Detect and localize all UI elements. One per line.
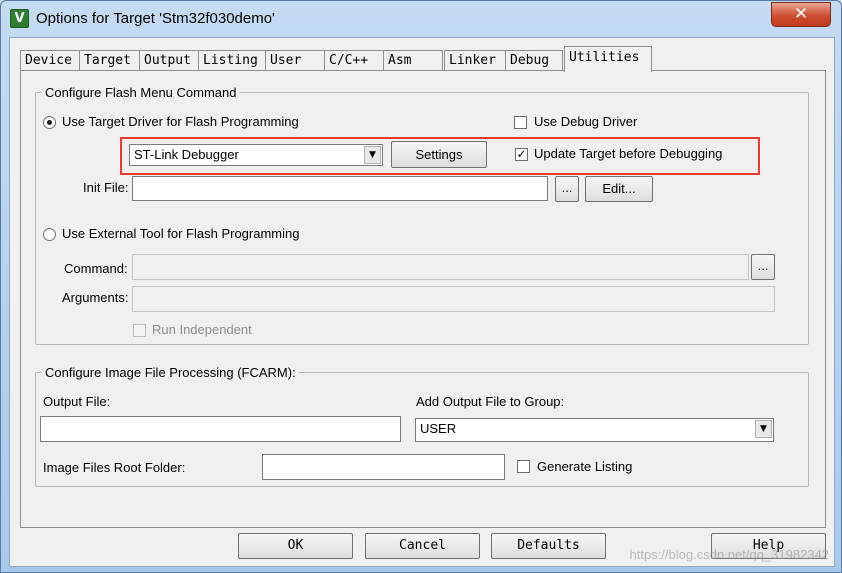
- root-folder-label: Image Files Root Folder:: [43, 460, 186, 475]
- root-folder-input[interactable]: [262, 454, 505, 480]
- checkmark-icon: ✓: [516, 147, 527, 161]
- update-target-checkbox[interactable]: ✓: [515, 148, 528, 161]
- output-file-label: Output File:: [43, 394, 111, 409]
- update-target-label: Update Target before Debugging: [534, 146, 723, 161]
- dialog-client-area: Device Target Output Listing User C/C++ …: [9, 37, 835, 567]
- tab-listing[interactable]: Listing: [198, 50, 266, 71]
- flash-driver-select[interactable]: ST-Link Debugger ▼: [129, 144, 383, 166]
- init-file-label: Init File:: [83, 180, 129, 195]
- window-title: Options for Target 'Stm32f030demo': [36, 10, 275, 27]
- cancel-button[interactable]: Cancel: [365, 533, 480, 559]
- tab-debug[interactable]: Debug: [505, 50, 563, 71]
- flash-group-legend: Configure Flash Menu Command: [45, 85, 237, 100]
- use-debug-driver-checkbox[interactable]: [514, 116, 527, 129]
- tab-asm[interactable]: Asm: [383, 50, 443, 71]
- output-group-value: USER: [420, 421, 457, 436]
- flash-driver-value: ST-Link Debugger: [134, 147, 239, 162]
- chevron-down-icon[interactable]: ▼: [755, 420, 772, 438]
- chevron-down-icon[interactable]: ▼: [364, 146, 381, 164]
- generate-listing-checkbox[interactable]: [517, 460, 530, 473]
- generate-listing-label: Generate Listing: [537, 459, 633, 474]
- keil-app-icon: V: [10, 9, 29, 28]
- output-file-input[interactable]: [40, 416, 401, 442]
- use-debug-driver-label: Use Debug Driver: [534, 114, 638, 129]
- run-independent-label: Run Independent: [152, 322, 252, 337]
- ok-button[interactable]: OK: [238, 533, 353, 559]
- command-browse-button[interactable]: ...: [751, 254, 775, 280]
- arguments-label: Arguments:: [62, 290, 129, 305]
- use-target-driver-radio[interactable]: [43, 116, 56, 129]
- defaults-button[interactable]: Defaults: [491, 533, 606, 559]
- utilities-panel: Configure Flash Menu Command Use Target …: [20, 70, 826, 528]
- settings-button[interactable]: Settings: [391, 141, 487, 168]
- tab-c-cpp[interactable]: C/C++: [324, 50, 384, 71]
- add-output-group-label: Add Output File to Group:: [416, 394, 565, 409]
- close-icon: ✕: [793, 4, 809, 24]
- tab-linker[interactable]: Linker: [444, 50, 506, 71]
- edit-button[interactable]: Edit...: [585, 176, 653, 202]
- tab-device[interactable]: Device: [20, 50, 80, 71]
- output-group-select[interactable]: USER ▼: [415, 418, 774, 442]
- init-file-browse-button[interactable]: ...: [555, 176, 579, 202]
- init-file-input[interactable]: [132, 176, 548, 201]
- title-bar[interactable]: V Options for Target 'Stm32f030demo' ✕: [1, 1, 841, 37]
- tab-utilities[interactable]: Utilities: [564, 46, 652, 72]
- command-label: Command:: [64, 261, 128, 276]
- options-dialog: V Options for Target 'Stm32f030demo' ✕ D…: [0, 0, 842, 573]
- command-input[interactable]: [132, 254, 749, 280]
- watermark-text: https://blog.csdn.net/qq_31982342: [629, 547, 830, 562]
- arguments-input[interactable]: [132, 286, 775, 312]
- use-target-driver-label: Use Target Driver for Flash Programming: [62, 114, 299, 129]
- close-button[interactable]: ✕: [771, 2, 831, 27]
- tab-output[interactable]: Output: [139, 50, 199, 71]
- use-external-tool-radio[interactable]: [43, 228, 56, 241]
- tab-user[interactable]: User: [265, 50, 325, 71]
- run-independent-checkbox[interactable]: [133, 324, 146, 337]
- use-external-tool-label: Use External Tool for Flash Programming: [62, 226, 300, 241]
- tab-target[interactable]: Target: [79, 50, 140, 71]
- image-group-legend: Configure Image File Processing (FCARM):: [45, 365, 296, 380]
